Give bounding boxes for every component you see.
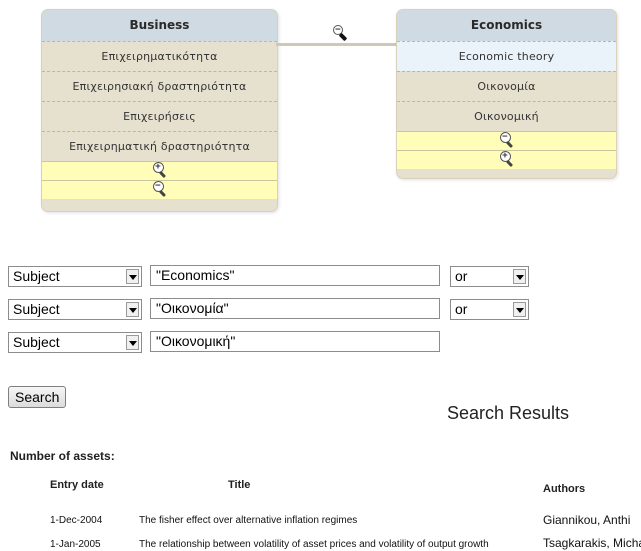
chevron-down-icon[interactable] (126, 302, 139, 317)
zoom-in-row[interactable]: + (42, 161, 277, 180)
field-select-value: Subject (13, 301, 60, 317)
result-authors[interactable]: Tsagkarakis, Michail (543, 536, 641, 550)
field-select-value: Subject (13, 334, 60, 350)
result-date: 1-Dec-2004 (50, 515, 103, 526)
term-row[interactable]: Οικονομική (397, 101, 616, 131)
field-select-value: Subject (13, 268, 60, 284)
column-header-authors[interactable]: Authors (543, 483, 585, 495)
operator-select-value: or (455, 301, 468, 317)
zoom-out-row[interactable]: − (397, 131, 616, 150)
chevron-down-icon[interactable] (513, 269, 526, 284)
relation-connector (276, 43, 396, 46)
search-term-input[interactable]: "Economics" (150, 265, 440, 286)
term-row[interactable]: Επιχειρήσεις (42, 101, 277, 131)
term-row[interactable]: Οικονομία (397, 71, 616, 101)
search-term-input[interactable]: "Οικονομική" (150, 331, 440, 352)
zoom-out-icon[interactable]: − (499, 132, 514, 149)
operator-select[interactable]: or (450, 266, 529, 287)
thesaurus-box-business: Business Επιχειρηματικότητα Επιχειρησιακ… (41, 9, 278, 212)
chevron-down-icon[interactable] (126, 269, 139, 284)
box-header-economics[interactable]: Economics (397, 10, 616, 41)
zoom-in-icon[interactable]: + (499, 151, 514, 168)
term-row[interactable]: Επιχειρησιακή δραστηριότητα (42, 71, 277, 101)
field-select[interactable]: Subject (8, 299, 142, 320)
result-authors[interactable]: Giannikou, Anthi (543, 513, 630, 527)
operator-select-value: or (455, 268, 468, 284)
result-date: 1-Jan-2005 (50, 539, 101, 550)
box-header-business[interactable]: Business (42, 10, 277, 41)
column-header-title[interactable]: Title (228, 479, 250, 491)
field-select[interactable]: Subject (8, 332, 142, 353)
result-title-link[interactable]: The relationship between volatility of a… (139, 539, 489, 550)
chevron-down-icon[interactable] (513, 302, 526, 317)
search-button[interactable]: Search (8, 386, 67, 408)
zoom-in-icon[interactable]: + (152, 162, 167, 179)
asset-count-label: Number of assets: (10, 449, 115, 463)
thesaurus-box-economics: Economics Economic theory Οικονομία Οικο… (396, 9, 617, 179)
zoom-out-icon[interactable]: − (152, 181, 167, 198)
field-select[interactable]: Subject (8, 266, 142, 287)
chevron-down-icon[interactable] (126, 335, 139, 350)
search-term-input[interactable]: "Οικονομία" (150, 298, 440, 319)
column-header-date[interactable]: Entry date (50, 479, 104, 491)
term-row[interactable]: Επιχειρηματικότητα (42, 41, 277, 71)
operator-select[interactable]: or (450, 299, 529, 320)
term-row[interactable]: Επιχειρηματική δραστηριότητα (42, 131, 277, 161)
results-title: Search Results (447, 403, 570, 423)
zoom-out-row[interactable]: − (42, 180, 277, 199)
result-title-link[interactable]: The fisher effect over alternative infla… (139, 515, 357, 526)
zoom-out-icon[interactable]: − (333, 25, 348, 42)
term-row-selected[interactable]: Economic theory (397, 41, 616, 71)
zoom-in-row[interactable]: + (397, 150, 616, 169)
